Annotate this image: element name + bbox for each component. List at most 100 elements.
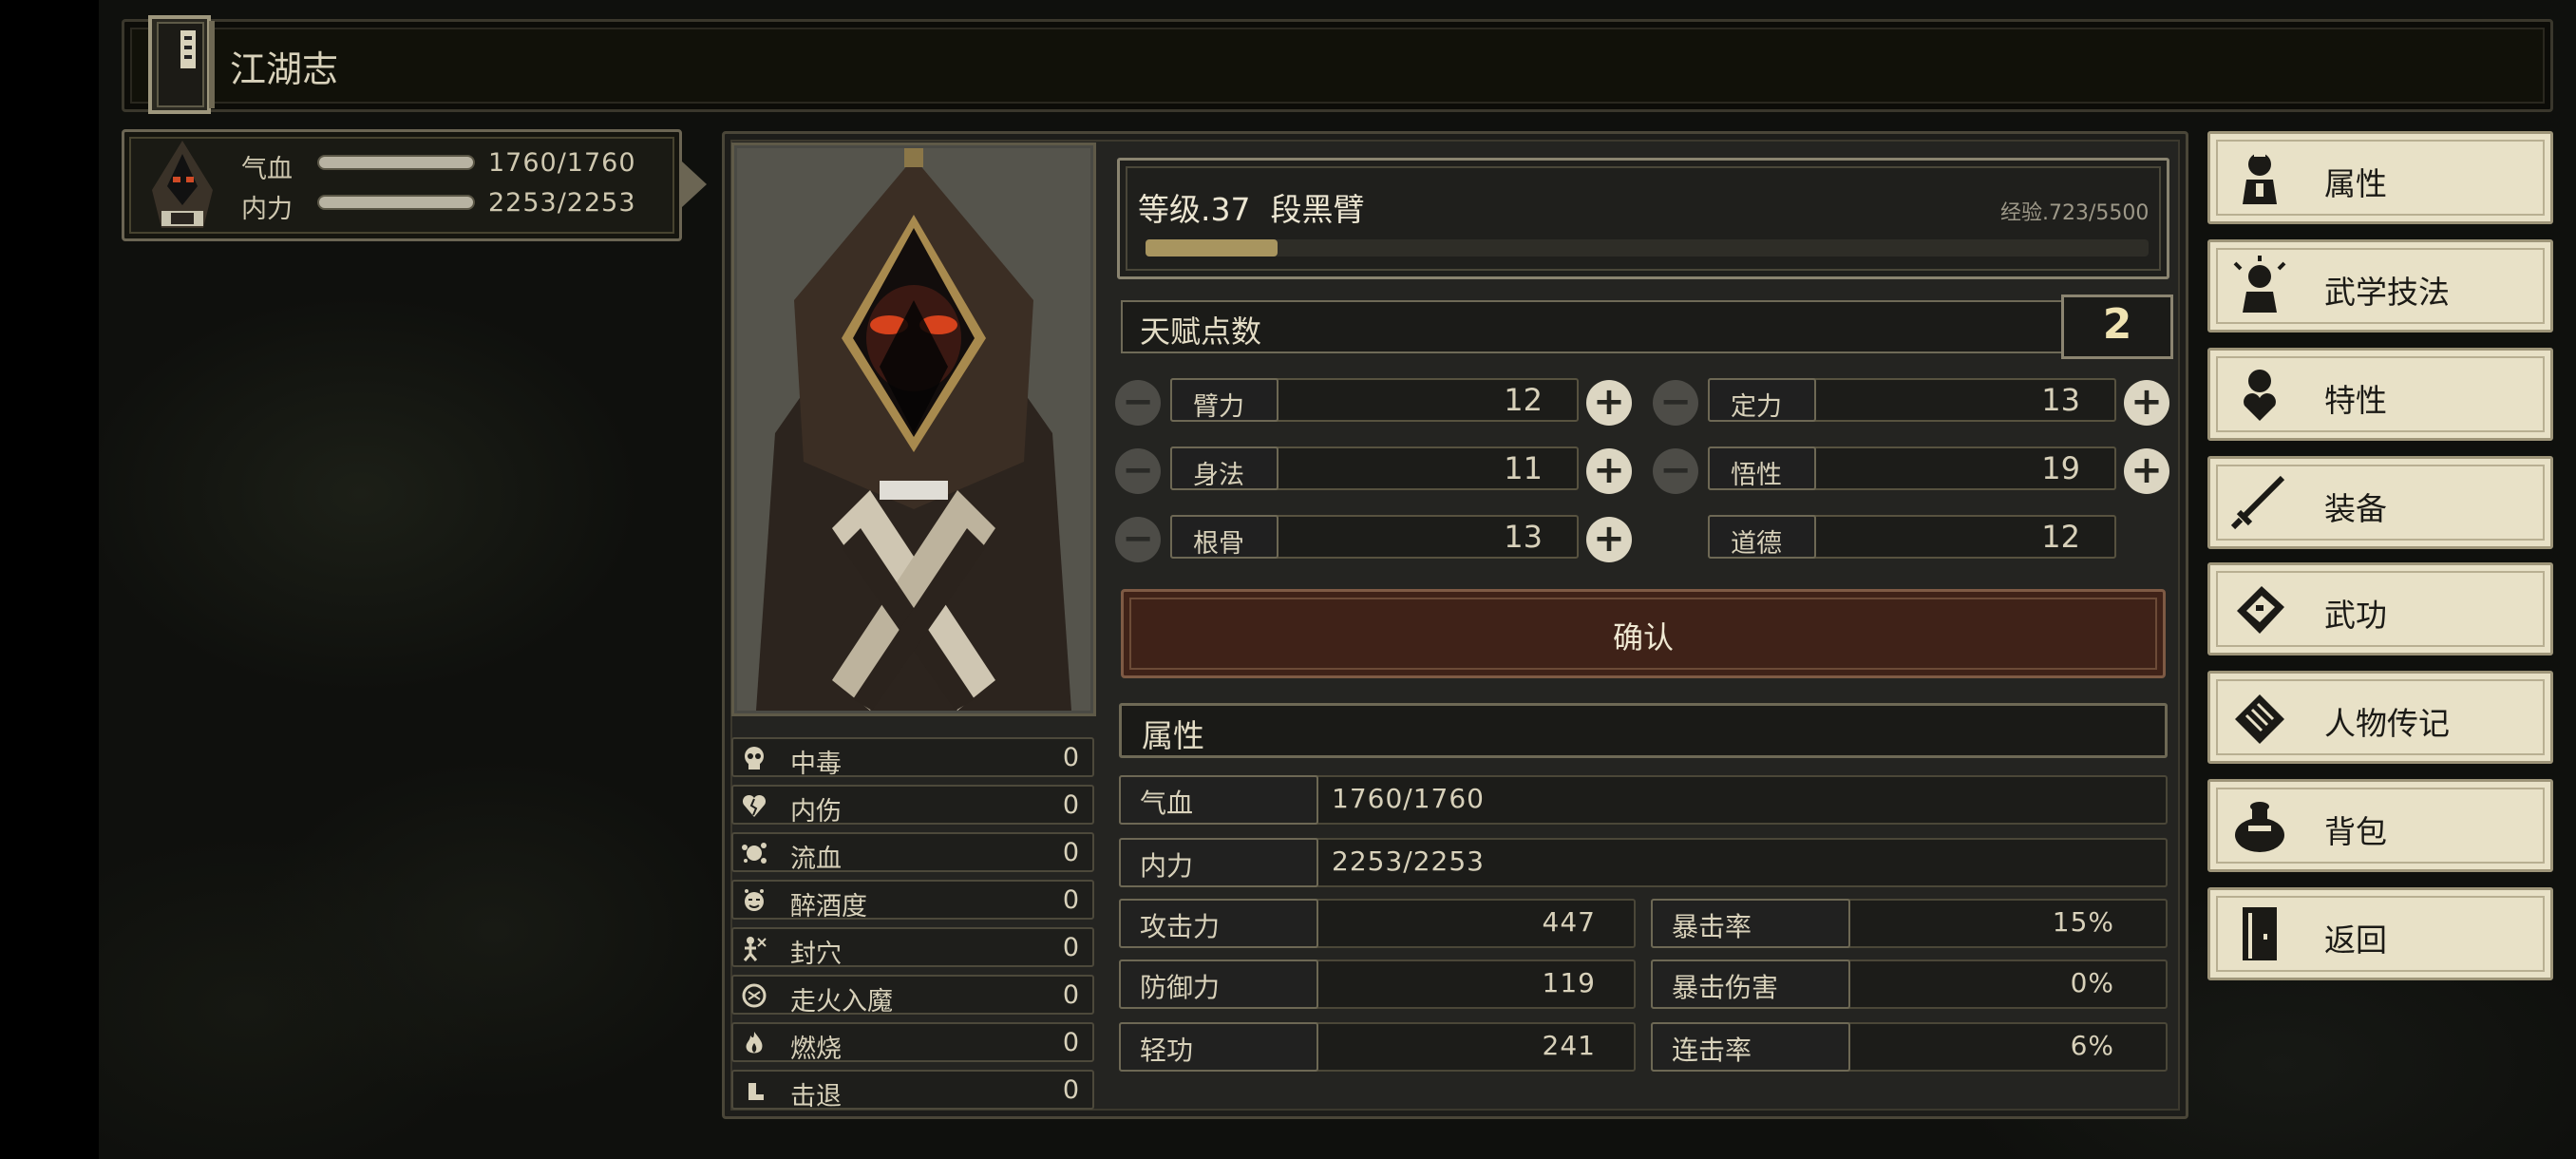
attribute-name: 根骨 [1193, 529, 1244, 559]
experience-bar-track [1146, 239, 2149, 256]
status-label: 燃烧 [790, 1035, 842, 1064]
strength-increase-button[interactable]: + [1586, 380, 1632, 426]
plus-icon: + [1593, 380, 1625, 424]
stat-label: 暴击伤害 [1672, 972, 1779, 1003]
bag-icon [2235, 802, 2284, 852]
title-bar [122, 19, 2553, 112]
stats-section-header [1119, 703, 2168, 758]
menu-return-button[interactable]: 返回 [2207, 887, 2553, 980]
focus-decrease-button[interactable]: − [1653, 380, 1698, 426]
attribute-value: 12 [2041, 519, 2080, 555]
strength-decrease-button[interactable]: − [1115, 380, 1161, 426]
minus-icon: − [1122, 448, 1154, 492]
mini-mp-value: 2253/2253 [488, 188, 636, 218]
agility-increase-button[interactable]: + [1586, 448, 1632, 494]
menu-label: 武学技法 [2324, 274, 2450, 311]
stat-value: 241 [1542, 1030, 1596, 1061]
plus-icon: + [2131, 448, 2163, 492]
menu-label: 人物传记 [2324, 705, 2450, 742]
status-row-burning: 燃烧 0 [731, 1022, 1094, 1064]
menu-label: 特性 [2324, 382, 2387, 419]
minus-icon: − [1659, 380, 1692, 424]
journal-book-icon [148, 15, 215, 114]
constitution-increase-button[interactable]: + [1586, 517, 1632, 562]
stat-label: 防御力 [1140, 972, 1221, 1003]
focus-increase-button[interactable]: + [2124, 380, 2169, 426]
status-row-poison: 中毒 0 [731, 737, 1094, 779]
plus-icon: + [1593, 448, 1625, 492]
status-value: 0 [1062, 838, 1079, 867]
talent-points-label: 天赋点数 [1140, 314, 1262, 350]
stat-label: 暴击率 [1672, 911, 1752, 942]
attribute-name: 身法 [1193, 461, 1244, 490]
talent-points-row [1121, 300, 2171, 353]
drunk-face-icon [745, 889, 764, 911]
attribute-name: 悟性 [1731, 461, 1782, 490]
menu-equipment-button[interactable]: 装备 [2207, 456, 2553, 549]
acupoint-icon [743, 937, 767, 961]
stat-value: 2253/2253 [1332, 846, 1485, 877]
character-sparkle-icon [2233, 256, 2286, 313]
door-icon [2243, 907, 2277, 960]
stat-value: 119 [1542, 967, 1596, 998]
status-value: 0 [1062, 743, 1079, 772]
spiral-icon [742, 983, 767, 1008]
talent-points-value: 2 [2102, 300, 2132, 349]
menu-attributes-button[interactable]: 属性 [2207, 131, 2553, 224]
flame-icon [746, 1032, 763, 1054]
attribute-value: 13 [2041, 382, 2080, 418]
mini-mp-label: 内力 [241, 195, 293, 224]
attribute-name: 道德 [1731, 529, 1782, 559]
page-title: 江湖志 [230, 48, 339, 90]
experience-text: 经验.723/5500 [2000, 201, 2150, 225]
stat-value: 0% [2070, 967, 2114, 998]
status-row-qi-deviation: 走火入魔 0 [731, 975, 1094, 1016]
stat-value: 1760/1760 [1332, 783, 1485, 814]
status-row-knockback: 击退 0 [731, 1070, 1094, 1112]
agility-decrease-button[interactable]: − [1115, 448, 1161, 494]
menu-traits-button[interactable]: 特性 [2207, 348, 2553, 441]
mini-hp-label: 气血 [241, 155, 293, 184]
status-row-bleed: 流血 0 [731, 832, 1094, 874]
minus-icon: − [1122, 517, 1154, 560]
status-value: 0 [1062, 980, 1079, 1010]
status-row-internal-injury: 内伤 0 [731, 785, 1094, 826]
constitution-decrease-button[interactable]: − [1115, 517, 1161, 562]
status-value: 0 [1062, 1075, 1079, 1105]
attribute-name: 臂力 [1193, 392, 1244, 422]
stat-label: 内力 [1140, 850, 1194, 882]
menu-martial-skills-button[interactable]: 武学技法 [2207, 239, 2553, 332]
boot-icon [748, 1083, 764, 1100]
menu-martial-arts-button[interactable]: 武功 [2207, 562, 2553, 656]
status-value: 0 [1062, 1028, 1079, 1057]
status-row-drunk: 醉酒度 0 [731, 880, 1094, 922]
comprehension-decrease-button[interactable]: − [1653, 448, 1698, 494]
menu-label: 背包 [2324, 813, 2387, 850]
biography-book-icon [2235, 694, 2284, 744]
level-name: 等级.37 段黑臂 [1138, 191, 1365, 228]
mini-status-arrow-icon [682, 162, 707, 207]
confirm-button-label: 确认 [1612, 619, 1674, 656]
sword-icon [2230, 475, 2285, 530]
attribute-value: 11 [1504, 450, 1543, 486]
manual-book-icon [2237, 586, 2284, 634]
left-edge [0, 0, 99, 1159]
character-heart-icon [2244, 370, 2276, 421]
status-label: 中毒 [790, 750, 842, 779]
comprehension-increase-button[interactable]: + [2124, 448, 2169, 494]
attribute-value: 12 [1504, 382, 1543, 418]
stat-value: 6% [2070, 1030, 2114, 1061]
attribute-value: 19 [2041, 450, 2080, 486]
menu-backpack-button[interactable]: 背包 [2207, 779, 2553, 872]
stat-label: 攻击力 [1140, 911, 1221, 942]
menu-label: 属性 [2324, 165, 2387, 202]
status-label: 醉酒度 [790, 892, 867, 922]
menu-biography-button[interactable]: 人物传记 [2207, 671, 2553, 764]
skull-icon [745, 747, 764, 770]
stat-value: 15% [2052, 906, 2114, 938]
stat-label: 轻功 [1140, 1035, 1194, 1066]
mini-mp-bar [317, 195, 475, 210]
status-label: 击退 [790, 1082, 842, 1112]
status-label: 流血 [790, 845, 842, 874]
minus-icon: − [1122, 380, 1154, 424]
